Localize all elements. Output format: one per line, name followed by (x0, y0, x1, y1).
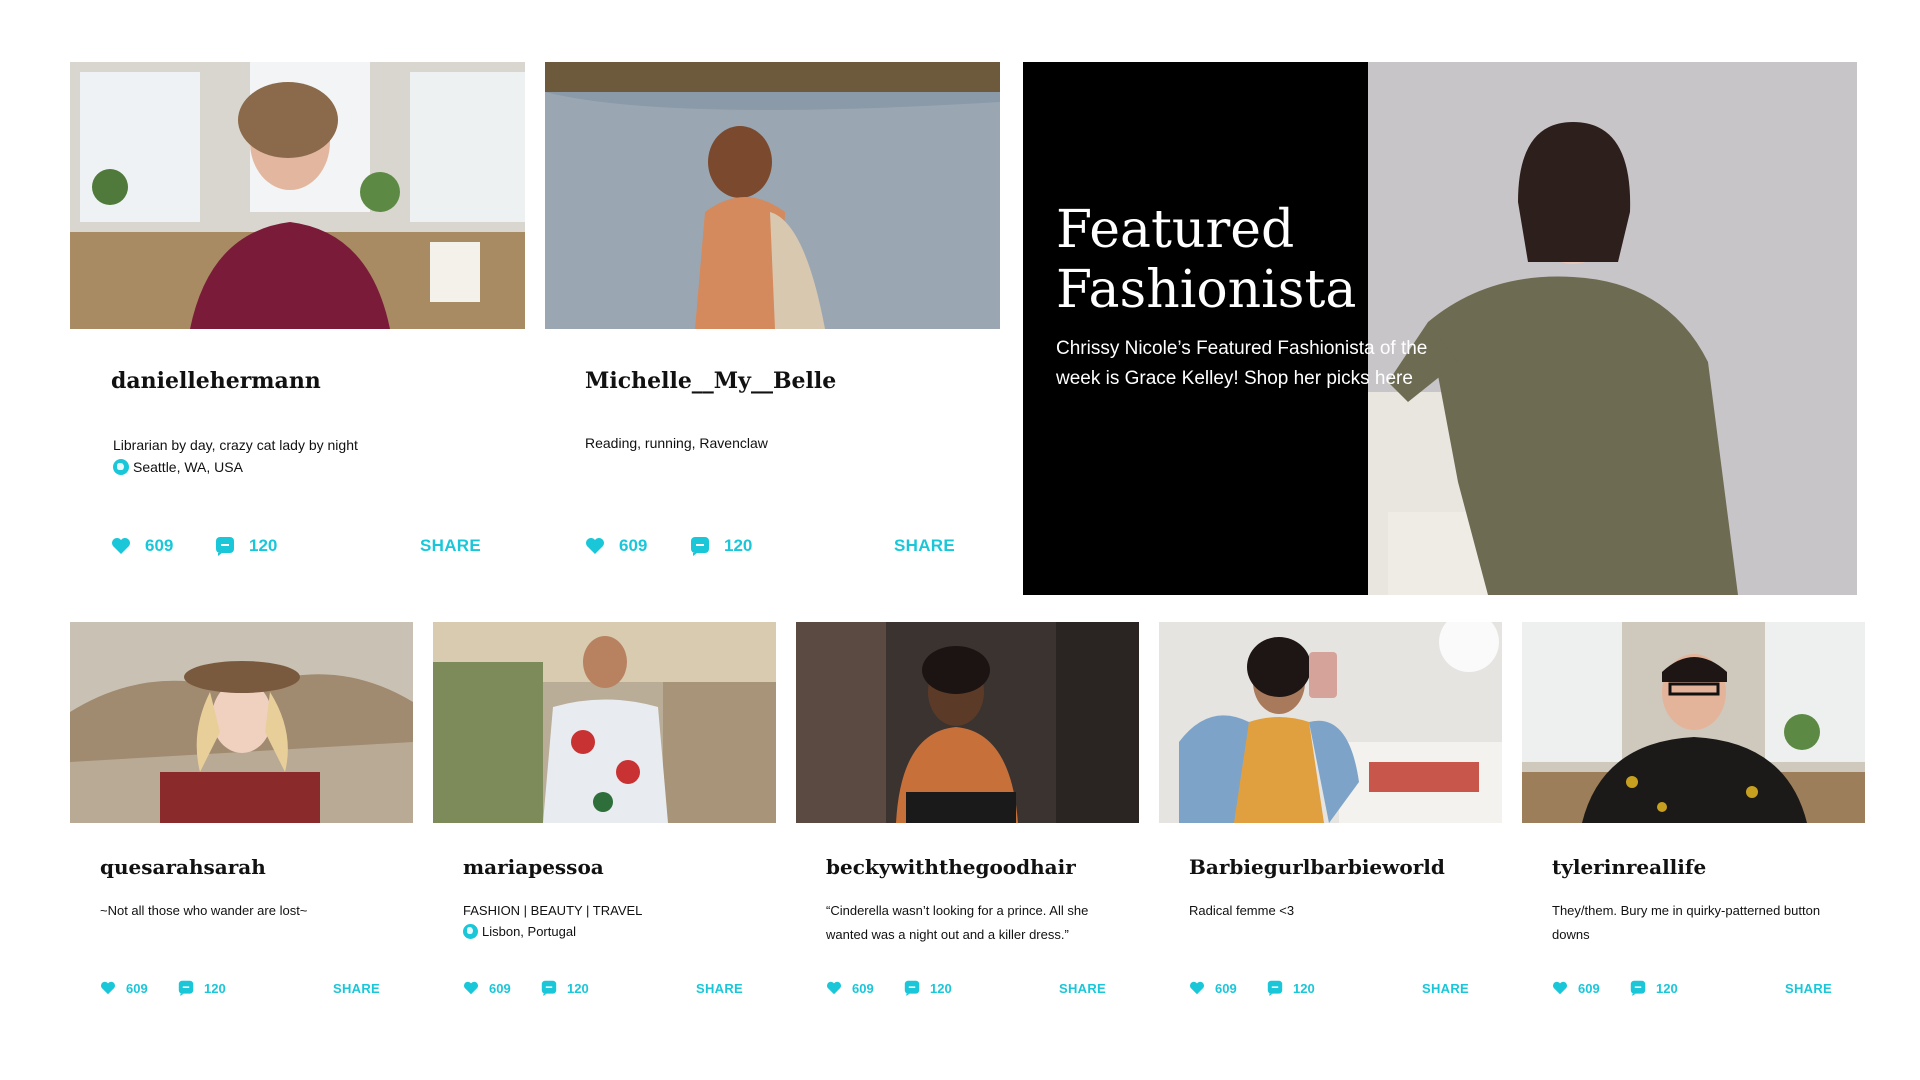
share-button[interactable]: SHARE (420, 536, 481, 556)
heart-icon (112, 538, 130, 554)
heart-icon (101, 981, 115, 995)
like-button[interactable]: 609 (1552, 981, 1600, 996)
bio: Librarian by day, crazy cat lady by nigh… (113, 437, 358, 453)
bio: Reading, running, Ravenclaw (585, 435, 768, 451)
username[interactable]: quesarahsarah (100, 855, 266, 879)
profile-card[interactable]: daniellehermann Librarian by day, crazy … (70, 62, 525, 582)
heart-icon (1190, 981, 1204, 995)
comment-icon (691, 537, 709, 556)
comment-count: 120 (930, 980, 952, 996)
profile-card[interactable]: mariapessoa FASHION | BEAUTY | TRAVEL Li… (433, 622, 776, 1002)
like-button[interactable]: 609 (100, 981, 148, 996)
location-text: Seattle, WA, USA (133, 459, 243, 475)
profile-photo[interactable] (545, 62, 1000, 329)
heart-icon (1553, 981, 1567, 995)
like-count: 609 (1215, 980, 1237, 996)
comment-button[interactable]: 120 (178, 980, 226, 996)
location-text: Lisbon, Portugal (482, 924, 576, 939)
profile-card[interactable]: Barbiegurlbarbieworld Radical femme <3 6… (1159, 622, 1502, 1002)
profile-card[interactable]: tylerinreallife They/them. Bury me in qu… (1522, 622, 1865, 1002)
featured-description[interactable]: Chrissy Nicole’s Featured Fashionista of… (1056, 334, 1476, 394)
username[interactable]: daniellehermann (111, 368, 321, 394)
comment-count: 120 (724, 536, 753, 555)
comment-icon (541, 980, 557, 996)
share-button[interactable]: SHARE (1059, 981, 1106, 996)
comment-button[interactable]: 120 (1267, 980, 1315, 996)
bio: FASHION | BEAUTY | TRAVEL (463, 903, 643, 918)
comment-button[interactable]: 120 (904, 980, 952, 996)
globe-icon (463, 924, 478, 939)
share-button[interactable]: SHARE (333, 981, 380, 996)
profile-photo[interactable] (1159, 622, 1502, 823)
comment-count: 120 (1293, 980, 1315, 996)
featured-panel (1023, 62, 1368, 595)
like-button[interactable]: 609 (463, 981, 511, 996)
profile-card[interactable]: Michelle__My__Belle Reading, running, Ra… (545, 62, 1000, 582)
like-button[interactable]: 609 (111, 536, 173, 556)
like-button[interactable]: 609 (585, 536, 647, 556)
comment-icon (1630, 980, 1646, 996)
share-button[interactable]: SHARE (696, 981, 743, 996)
username[interactable]: beckywiththegoodhair (826, 855, 1076, 879)
username[interactable]: tylerinreallife (1552, 855, 1706, 879)
heart-icon (586, 538, 604, 554)
like-button[interactable]: 609 (826, 981, 874, 996)
like-count: 609 (852, 980, 874, 996)
profile-card[interactable]: beckywiththegoodhair “Cinderella wasn’t … (796, 622, 1139, 1002)
profile-photo[interactable] (796, 622, 1139, 823)
profile-photo[interactable] (70, 62, 525, 329)
profile-photo[interactable] (70, 622, 413, 823)
like-button[interactable]: 609 (1189, 981, 1237, 996)
profile-photo[interactable] (1522, 622, 1865, 823)
profile-photo[interactable] (433, 622, 776, 823)
bio: Radical femme <3 (1189, 903, 1295, 918)
featured-photo (1368, 62, 1857, 595)
globe-icon (113, 459, 129, 475)
comment-count: 120 (1656, 980, 1678, 996)
share-button[interactable]: SHARE (894, 536, 955, 556)
featured-title: Featured Fashionista (1056, 200, 1357, 320)
comment-icon (216, 537, 234, 556)
comment-button[interactable]: 120 (1630, 980, 1678, 996)
bio: “Cinderella wasn’t looking for a prince.… (826, 903, 1089, 942)
featured-fashionista-banner[interactable]: Featured Fashionista Chrissy Nicole’s Fe… (1023, 62, 1857, 595)
share-button[interactable]: SHARE (1785, 981, 1832, 996)
username[interactable]: Barbiegurlbarbieworld (1189, 855, 1445, 879)
heart-icon (827, 981, 841, 995)
like-count: 609 (145, 536, 174, 555)
username[interactable]: mariapessoa (463, 855, 604, 879)
like-count: 609 (126, 980, 148, 996)
comment-icon (178, 980, 194, 996)
heart-icon (464, 981, 478, 995)
comment-button[interactable]: 120 (215, 536, 277, 556)
comment-count: 120 (567, 980, 589, 996)
comment-icon (904, 980, 920, 996)
like-count: 609 (489, 980, 511, 996)
comment-button[interactable]: 120 (541, 980, 589, 996)
comment-icon (1267, 980, 1283, 996)
bio: ~Not all those who wander are lost~ (100, 903, 308, 918)
comment-count: 120 (204, 980, 226, 996)
location: Lisbon, Portugal (463, 924, 576, 939)
username[interactable]: Michelle__My__Belle (585, 368, 836, 394)
share-button[interactable]: SHARE (1422, 981, 1469, 996)
like-count: 609 (1578, 980, 1600, 996)
bio: They/them. Bury me in quirky-patterned b… (1552, 903, 1821, 942)
comment-button[interactable]: 120 (690, 536, 752, 556)
like-count: 609 (619, 536, 648, 555)
location: Seattle, WA, USA (113, 459, 243, 475)
profile-card[interactable]: quesarahsarah ~Not all those who wander … (70, 622, 413, 1002)
comment-count: 120 (249, 536, 278, 555)
